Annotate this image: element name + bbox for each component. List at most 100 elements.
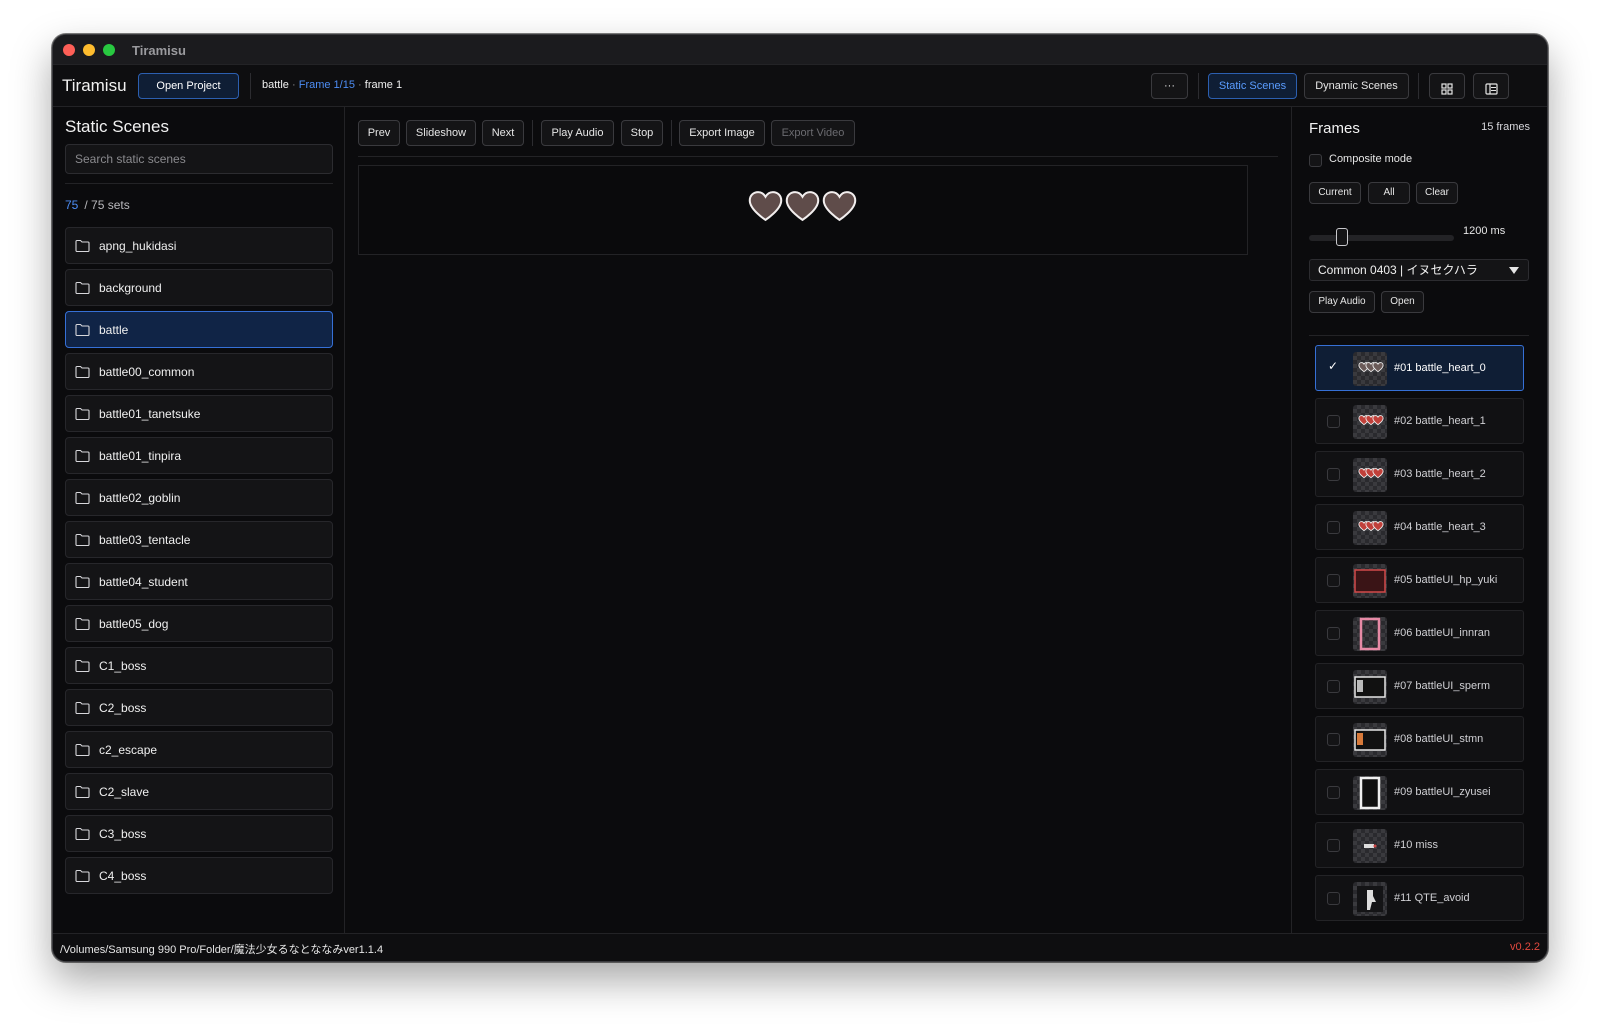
audio-select[interactable]: Common 0403 | イヌセクハラ (1309, 259, 1529, 281)
stop-button[interactable]: Stop (621, 120, 663, 146)
frame-item[interactable]: #11 QTE_avoid (1315, 875, 1524, 921)
sidebar-item-c4_boss[interactable]: C4_boss (65, 857, 333, 894)
frame-play-audio-button[interactable]: Play Audio (1309, 291, 1375, 313)
frame-item[interactable]: #09 battleUI_zyusei (1315, 769, 1524, 815)
frame-item[interactable]: #05 battleUI_hp_yuki (1315, 557, 1524, 603)
close-window-button[interactable] (63, 44, 75, 56)
clear-selection-button[interactable]: Clear (1416, 182, 1458, 204)
sidebar-item-label: battle01_tinpira (99, 449, 182, 463)
frame-item[interactable]: #02 battle_heart_1 (1315, 398, 1524, 444)
folder-icon (75, 407, 90, 420)
sidebar-item-battle04_student[interactable]: battle04_student (65, 563, 333, 600)
duration-slider-track[interactable] (1309, 235, 1454, 241)
frame-checkbox[interactable] (1327, 415, 1340, 428)
frame-thumbnail (1353, 405, 1387, 439)
scene-count: 75 / 75 sets (65, 198, 130, 212)
frame-checkbox[interactable] (1327, 733, 1340, 746)
sidebar-title: Static Scenes (65, 117, 169, 136)
select-all-button[interactable]: All (1368, 182, 1410, 204)
frame-checkbox[interactable] (1327, 786, 1340, 799)
sidebar-item-battle[interactable]: battle (65, 311, 333, 348)
sidebar-item-c2_escape[interactable]: c2_escape (65, 731, 333, 768)
export-video-button[interactable]: Export Video (771, 120, 855, 146)
frame-thumbnail (1353, 564, 1387, 598)
composite-mode-checkbox[interactable] (1309, 154, 1322, 167)
sidebar-item-battle05_dog[interactable]: battle05_dog (65, 605, 333, 642)
folder-icon (75, 743, 90, 756)
sidebar-item-label: battle05_dog (99, 617, 169, 631)
more-options-button[interactable]: ··· (1151, 73, 1188, 99)
frame-open-button[interactable]: Open (1381, 291, 1424, 313)
sidebar-item-battle01_tanetsuke[interactable]: battle01_tanetsuke (65, 395, 333, 432)
frame-label: #03 battle_heart_2 (1394, 468, 1486, 480)
sidebar-item-background[interactable]: background (65, 269, 333, 306)
frame-label: #05 battleUI_hp_yuki (1394, 574, 1498, 586)
grid-icon (1441, 83, 1453, 95)
folder-icon (75, 449, 90, 462)
frame-thumbnail (1353, 617, 1387, 651)
slideshow-button[interactable]: Slideshow (406, 120, 476, 146)
frame-checkbox[interactable] (1327, 627, 1340, 640)
frames-count: 15 frames (1481, 121, 1530, 133)
frame-item[interactable]: ✓ #01 battle_heart_0 (1315, 345, 1524, 391)
sidebar-item-label: battle04_student (99, 575, 188, 589)
top-toolbar: Tiramisu Open Project battle · Frame 1/1… (53, 65, 1547, 107)
grid-view-button[interactable] (1429, 73, 1465, 99)
controls-divider (671, 120, 672, 146)
frame-checkbox[interactable] (1327, 892, 1340, 905)
frame-item[interactable]: #07 battleUI_sperm (1315, 663, 1524, 709)
folder-icon (75, 785, 90, 798)
static-scenes-tab[interactable]: Static Scenes (1208, 73, 1297, 99)
sidebar-item-battle01_tinpira[interactable]: battle01_tinpira (65, 437, 333, 474)
folder-icon (75, 575, 90, 588)
open-project-button[interactable]: Open Project (138, 73, 239, 99)
sidebar-item-c1_boss[interactable]: C1_boss (65, 647, 333, 684)
app-version: v0.2.2 (1510, 941, 1540, 953)
search-input[interactable] (65, 144, 333, 174)
frame-item[interactable]: #03 battle_heart_2 (1315, 451, 1524, 497)
prev-button[interactable]: Prev (358, 120, 400, 146)
duration-slider-thumb[interactable] (1336, 228, 1348, 246)
minimize-window-button[interactable] (83, 44, 95, 56)
frame-item[interactable]: #08 battleUI_stmn (1315, 716, 1524, 762)
frame-item[interactable]: #04 battle_heart_3 (1315, 504, 1524, 550)
audio-select-value: Common 0403 | イヌセクハラ (1318, 263, 1478, 277)
breadcrumb-frame-index: Frame 1/15 (298, 79, 355, 91)
sidebar-item-battle02_goblin[interactable]: battle02_goblin (65, 479, 333, 516)
frame-checkbox[interactable] (1327, 680, 1340, 693)
sidebar-item-c3_boss[interactable]: C3_boss (65, 815, 333, 852)
frame-checkbox[interactable] (1327, 574, 1340, 587)
app-window: Tiramisu Tiramisu Open Project battle · … (52, 34, 1548, 962)
dynamic-scenes-tab[interactable]: Dynamic Scenes (1304, 73, 1409, 99)
frame-checkbox[interactable] (1327, 521, 1340, 534)
frame-thumbnail (1353, 511, 1387, 545)
frame-checkbox[interactable] (1327, 468, 1340, 481)
frame-checkbox[interactable] (1327, 839, 1340, 852)
composite-mode-label: Composite mode (1329, 153, 1413, 165)
sidebar-item-c2_slave[interactable]: C2_slave (65, 773, 333, 810)
next-button[interactable]: Next (482, 120, 524, 146)
sidebar-item-label: battle (99, 323, 129, 337)
frame-item[interactable]: #10 miss (1315, 822, 1524, 868)
breadcrumb: battle · Frame 1/15 · frame 1 (262, 79, 402, 91)
breadcrumb-scene: battle (262, 79, 289, 91)
frames-divider (1309, 335, 1529, 336)
frame-item[interactable]: #06 battleUI_innran (1315, 610, 1524, 656)
select-current-button[interactable]: Current (1309, 182, 1361, 204)
frame-thumbnail (1353, 882, 1387, 916)
folder-icon (75, 869, 90, 882)
zoom-window-button[interactable] (103, 44, 115, 56)
sidebar-item-c2_boss[interactable]: C2_boss (65, 689, 333, 726)
play-audio-button[interactable]: Play Audio (541, 120, 614, 146)
toggle-panel-button[interactable] (1473, 73, 1509, 99)
folder-icon (75, 617, 90, 630)
sidebar-item-apng_hukidasi[interactable]: apng_hukidasi (65, 227, 333, 264)
sidebar-item-label: C1_boss (99, 659, 147, 673)
duration-label: 1200 ms (1463, 225, 1506, 237)
sidebar-item-battle03_tentacle[interactable]: battle03_tentacle (65, 521, 333, 558)
checkmark-icon: ✓ (1328, 359, 1339, 373)
chevron-down-icon (1509, 267, 1519, 274)
sidebar-item-battle00_common[interactable]: battle00_common (65, 353, 333, 390)
folder-icon (75, 281, 90, 294)
export-image-button[interactable]: Export Image (679, 120, 765, 146)
